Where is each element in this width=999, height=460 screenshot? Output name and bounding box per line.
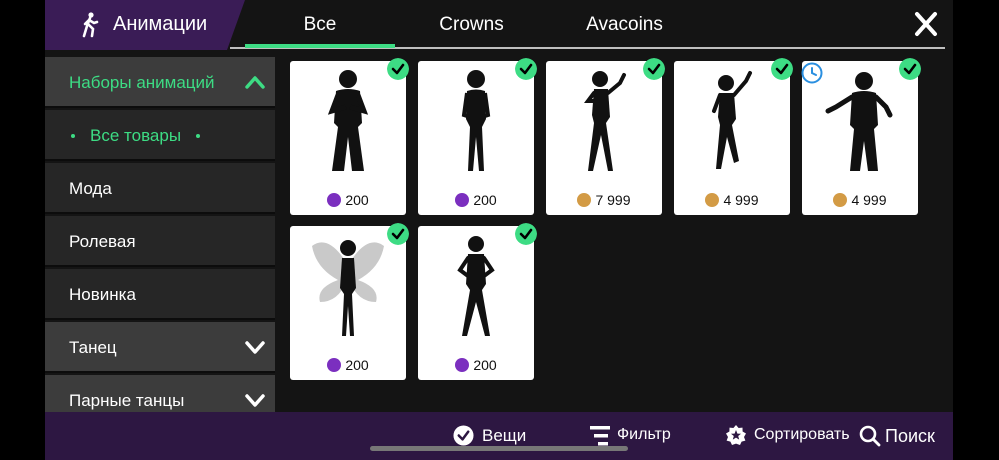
sidebar-item-label: Парные танцы [69,391,185,410]
title-block: Анимации [45,0,245,50]
animation-card[interactable]: 4 999 [801,58,921,215]
check-icon [387,58,409,80]
avatar-silhouette-icon [461,70,491,171]
sidebar-item-all-goods[interactable]: Все товары [45,110,275,161]
sort-badge-icon [726,425,746,445]
crown-icon [327,193,342,207]
sort-button-label: Сортировать [754,426,850,443]
crown-icon [455,358,470,372]
avatar-silhouette-icon [584,71,626,171]
sidebar-item-animation-sets[interactable]: Наборы анимаций [45,57,275,108]
walking-person-icon [82,12,99,38]
coin-icon [577,193,592,207]
avatar-silhouette-icon [457,236,495,336]
animation-card[interactable]: 200 [290,223,409,380]
search-icon [859,425,881,447]
tab-all[interactable]: Все [245,14,395,36]
price-label: 200 [418,192,534,210]
sidebar-item-couple-dances[interactable]: Парные танцы [45,375,275,412]
check-icon [515,58,537,80]
sidebar-item-label: Ролевая [69,232,136,251]
price-label: 4 999 [674,192,790,210]
check-icon [387,223,409,245]
check-icon [643,58,665,80]
home-indicator[interactable] [370,446,628,451]
sidebar-item-dance[interactable]: Танец [45,322,275,373]
check-icon [899,58,921,80]
avatar-silhouette-icon [327,70,369,171]
search-button-label: Поиск [885,426,935,446]
tab-crowns[interactable]: Crowns [395,14,548,36]
filter-button-label: Фильтр [617,426,671,443]
check-circle-icon [453,425,474,446]
check-icon [515,223,537,245]
selection-dot [71,134,75,138]
filter-icon [590,426,610,446]
check-icon [771,58,793,80]
animations-app: Анимации Все Crowns Avacoins Наборы аним… [45,0,953,460]
chevron-down-icon [245,341,265,354]
clock-icon [801,62,823,84]
sidebar-item-fashion[interactable]: Мода [45,163,275,214]
sidebar-item-label: Все товары [90,126,182,145]
price-label: 200 [418,357,534,375]
animation-card[interactable]: 200 [418,223,537,380]
animation-card[interactable]: 7 999 [546,58,665,215]
crown-icon [327,358,342,372]
selection-dot [196,134,200,138]
coin-icon [833,193,848,207]
animation-card[interactable]: 200 [290,58,409,215]
sidebar-item-label: Танец [69,338,117,357]
price-label: 7 999 [546,192,662,210]
active-tab-indicator [245,44,395,48]
avatar-silhouette-icon [825,72,893,171]
price-label: 200 [290,192,406,210]
avatar-silhouette-icon [312,240,384,336]
sidebar-item-roleplay[interactable]: Ролевая [45,216,275,267]
avatar-silhouette-icon [712,71,752,169]
chevron-up-icon [245,76,265,89]
sidebar-item-new[interactable]: Новинка [45,269,275,320]
bottom-toolbar: Вещи Фильтр Сортировать Поиск [45,412,953,460]
header: Анимации Все Crowns Avacoins [45,0,953,50]
price-label: 4 999 [802,192,918,210]
coin-icon [705,193,720,207]
price-label: 200 [290,357,406,375]
chevron-down-icon [245,394,265,407]
sidebar-item-label: Новинка [69,285,136,304]
category-sidebar: Наборы анимаций Все товары Мода Ролевая … [45,57,275,412]
animation-card[interactable]: 200 [418,58,537,215]
crown-icon [455,193,470,207]
close-icon[interactable] [913,10,939,38]
sidebar-item-label: Наборы анимаций [69,73,215,92]
sidebar-item-label: Мода [69,179,112,198]
items-button-label: Вещи [482,426,527,445]
animation-card[interactable]: 4 999 [674,58,793,215]
page-title: Анимации [113,13,208,35]
tab-avacoins[interactable]: Avacoins [548,14,701,36]
